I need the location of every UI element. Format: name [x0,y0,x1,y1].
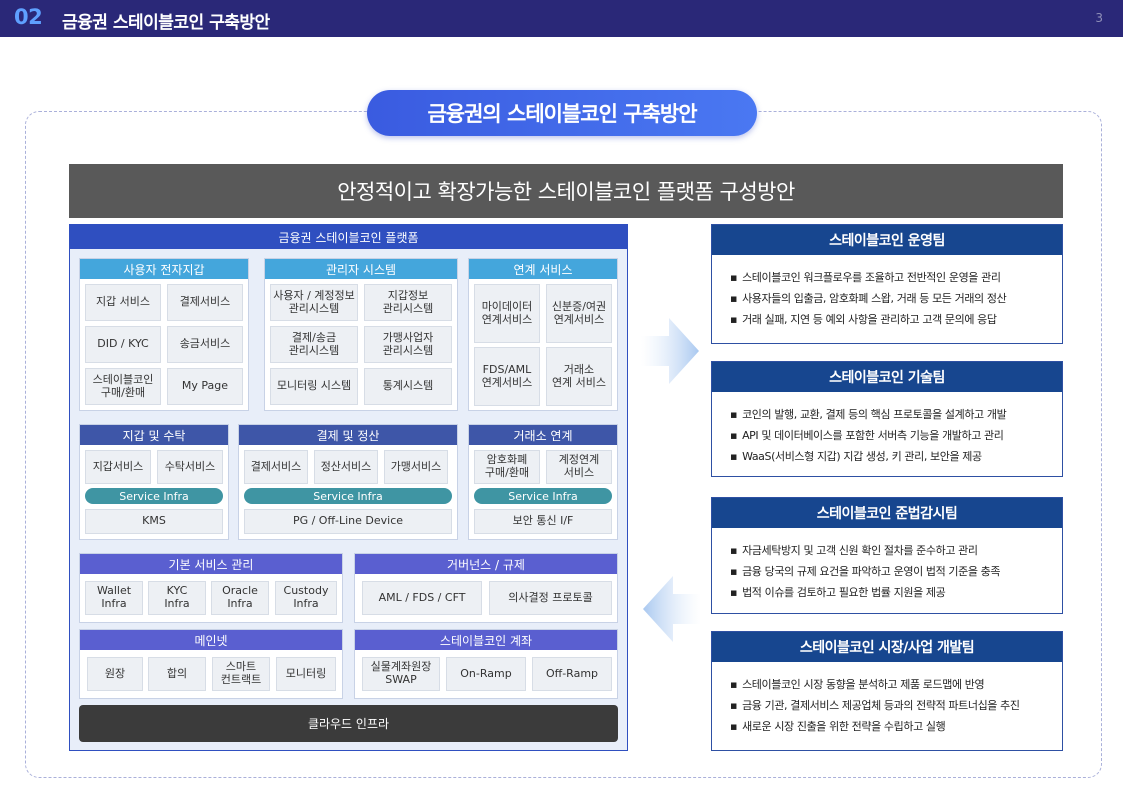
cell: 결제서비스 [244,450,308,484]
cell: 모니터링 시스템 [270,368,358,405]
section-pill-title: 금융권의 스테이블코인 구축방안 [367,90,757,136]
cell: 가맹사업자 관리시스템 [364,326,452,363]
cell: Custody Infra [275,581,337,615]
header-bar: 02 금융권 스테이블코인 구축방안 3 [0,0,1123,37]
cell: 송금서비스 [167,326,243,363]
team-operations: 스테이블코인 운영팀 스테이블코인 워크플로우를 조율하고 전반적인 운영을 관… [711,224,1063,344]
group-title: 기본 서비스 관리 [80,554,342,574]
section-number: 02 [14,5,43,29]
cell: 계정연계 서비스 [546,450,612,484]
group-title: 결제 및 정산 [239,425,457,445]
cell: AML / FDS / CFT [362,581,482,615]
arrow-right-icon [641,318,699,384]
page-title: 금융권 스테이블코인 구축방안 [62,13,270,33]
cell: PG / Off-Line Device [244,509,452,534]
team-bullet: 거래 실패, 지연 등 예외 사항을 관리하고 고객 문의에 응답 [730,309,1052,330]
cell: 지갑정보 관리시스템 [364,284,452,321]
group-title: 메인넷 [80,630,342,650]
group-title: 사용자 전자지갑 [80,259,248,279]
cell: 지갑 서비스 [85,284,161,321]
group-title: 스테이블코인 계좌 [355,630,617,650]
team-bullet: 금융 기관, 결제서비스 제공업체 등과의 전략적 파트너십을 추진 [730,695,1052,716]
cell: 결제서비스 [167,284,243,321]
cell: 스테이블코인 구매/환매 [85,368,161,405]
cell: 거래소 연계 서비스 [546,347,612,406]
cell: 정산서비스 [314,450,378,484]
group-title: 거버넌스 / 규제 [355,554,617,574]
cell: 통계시스템 [364,368,452,405]
cell: Off-Ramp [532,657,612,691]
platform-title: 금융권 스테이블코인 플랫폼 [70,225,627,249]
team-title: 스테이블코인 시장/사업 개발팀 [712,632,1062,662]
cell: 실물계좌원장 SWAP [362,657,440,691]
team-bullet: WaaS(서비스형 지갑) 지갑 생성, 키 관리, 보안을 제공 [730,446,1052,467]
cell: KYC Infra [148,581,206,615]
team-bullet: 새로운 시장 진출을 위한 전략을 수립하고 실행 [730,716,1052,737]
team-compliance: 스테이블코인 준법감시팀 자금세탁방지 및 고객 신원 확인 절차를 준수하고 … [711,497,1063,614]
cell: KMS [85,509,223,534]
group-title: 거래소 연계 [469,425,617,445]
cell: 결제/송금 관리시스템 [270,326,358,363]
cell: Wallet Infra [85,581,143,615]
team-bullet: 금융 당국의 규제 요건을 파악하고 운영이 법적 기준을 충족 [730,561,1052,582]
cell: 사용자 / 계정정보 관리시스템 [270,284,358,321]
group-title: 관리자 시스템 [265,259,457,279]
cell: 의사결정 프로토콜 [489,581,612,615]
cell: 가맹서비스 [384,450,448,484]
cell: 합의 [148,657,206,691]
cell: 보안 통신 I/F [474,509,612,534]
team-bullet: 법적 이슈를 검토하고 필요한 법률 지원을 제공 [730,582,1052,603]
team-bullet: 스테이블코인 시장 동향을 분석하고 제품 로드맵에 반영 [730,674,1052,695]
team-bullet: 자금세탁방지 및 고객 신원 확인 절차를 준수하고 관리 [730,540,1052,561]
cell: FDS/AML 연계서비스 [474,347,540,406]
cell: 마이데이터 연계서비스 [474,284,540,343]
cell: 스마트 컨트랙트 [212,657,270,691]
group-title: 지갑 및 수탁 [80,425,228,445]
cell: On-Ramp [446,657,526,691]
team-business-development: 스테이블코인 시장/사업 개발팀 스테이블코인 시장 동향을 분석하고 제품 로… [711,631,1063,751]
slide: 02 금융권 스테이블코인 구축방안 3 금융권의 스테이블코인 구축방안 안정… [0,0,1123,794]
cell: 원장 [87,657,143,691]
team-bullet: 코인의 발행, 교환, 결제 등의 핵심 프로토콜을 설계하고 개발 [730,404,1052,425]
cell: 모니터링 [276,657,336,691]
service-infra-label: Service Infra [474,488,612,504]
team-bullet: 스테이블코인 워크플로우를 조율하고 전반적인 운영을 관리 [730,267,1052,288]
page-number: 3 [1095,11,1103,25]
team-title: 스테이블코인 기술팀 [712,362,1062,392]
cell: Oracle Infra [211,581,269,615]
cell: My Page [167,368,243,405]
cell: 암호화폐 구매/환매 [474,450,540,484]
cell: 지갑서비스 [85,450,151,484]
cell: 신분증/여권 연계서비스 [546,284,612,343]
banner-title: 안정적이고 확장가능한 스테이블코인 플랫폼 구성방안 [69,164,1063,218]
arrow-left-icon [643,576,701,642]
cell: DID / KYC [85,326,161,363]
team-technology: 스테이블코인 기술팀 코인의 발행, 교환, 결제 등의 핵심 프로토콜을 설계… [711,361,1063,477]
group-title: 연계 서비스 [469,259,617,279]
team-title: 스테이블코인 운영팀 [712,225,1062,255]
team-bullet: 사용자들의 입출금, 암호화폐 스왑, 거래 등 모든 거래의 정산 [730,288,1052,309]
team-bullet: API 및 데이터베이스를 포함한 서버측 기능을 개발하고 관리 [730,425,1052,446]
cloud-infra-bar: 클라우드 인프라 [79,705,618,742]
team-title: 스테이블코인 준법감시팀 [712,498,1062,528]
cell: 수탁서비스 [157,450,223,484]
service-infra-label: Service Infra [85,488,223,504]
service-infra-label: Service Infra [244,488,452,504]
